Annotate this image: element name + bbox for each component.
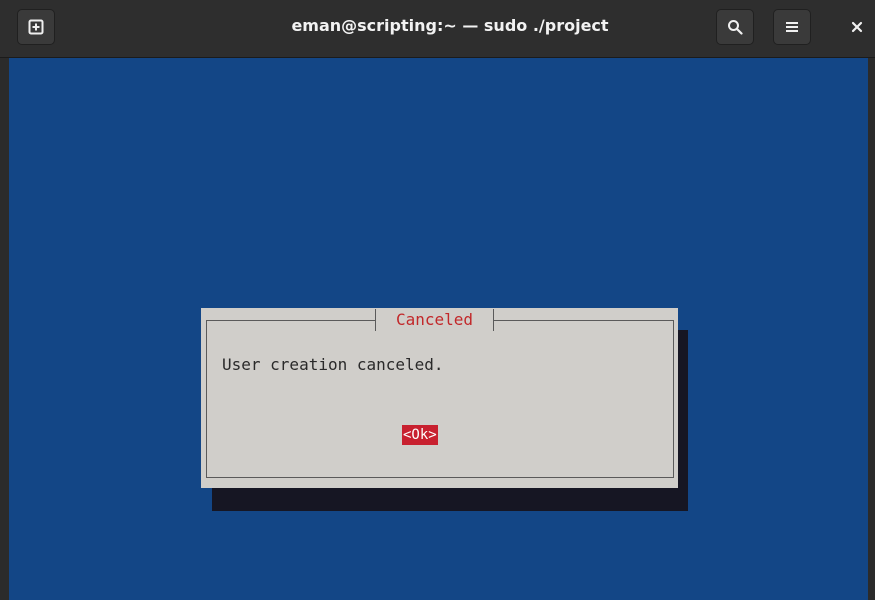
new-tab-icon	[28, 19, 44, 35]
dialog-message: User creation canceled.	[222, 355, 444, 374]
dialog-title: Canceled	[375, 309, 494, 331]
title-bar: eman@scripting:~ — sudo ./project	[0, 0, 875, 58]
ok-button[interactable]: <Ok>	[402, 425, 438, 445]
close-button[interactable]	[840, 9, 874, 45]
menu-button[interactable]	[773, 9, 811, 45]
close-icon	[851, 21, 863, 33]
search-button[interactable]	[716, 9, 754, 45]
window-title: eman@scripting:~ — sudo ./project	[291, 16, 609, 35]
search-icon	[728, 20, 743, 35]
dialog-border	[206, 320, 674, 478]
new-tab-button[interactable]	[17, 9, 55, 45]
hamburger-menu-icon	[786, 22, 798, 32]
dialog-title-text: Canceled	[395, 310, 474, 329]
terminal-window: eman@scripting:~ — sudo ./project Cancel…	[0, 0, 875, 600]
